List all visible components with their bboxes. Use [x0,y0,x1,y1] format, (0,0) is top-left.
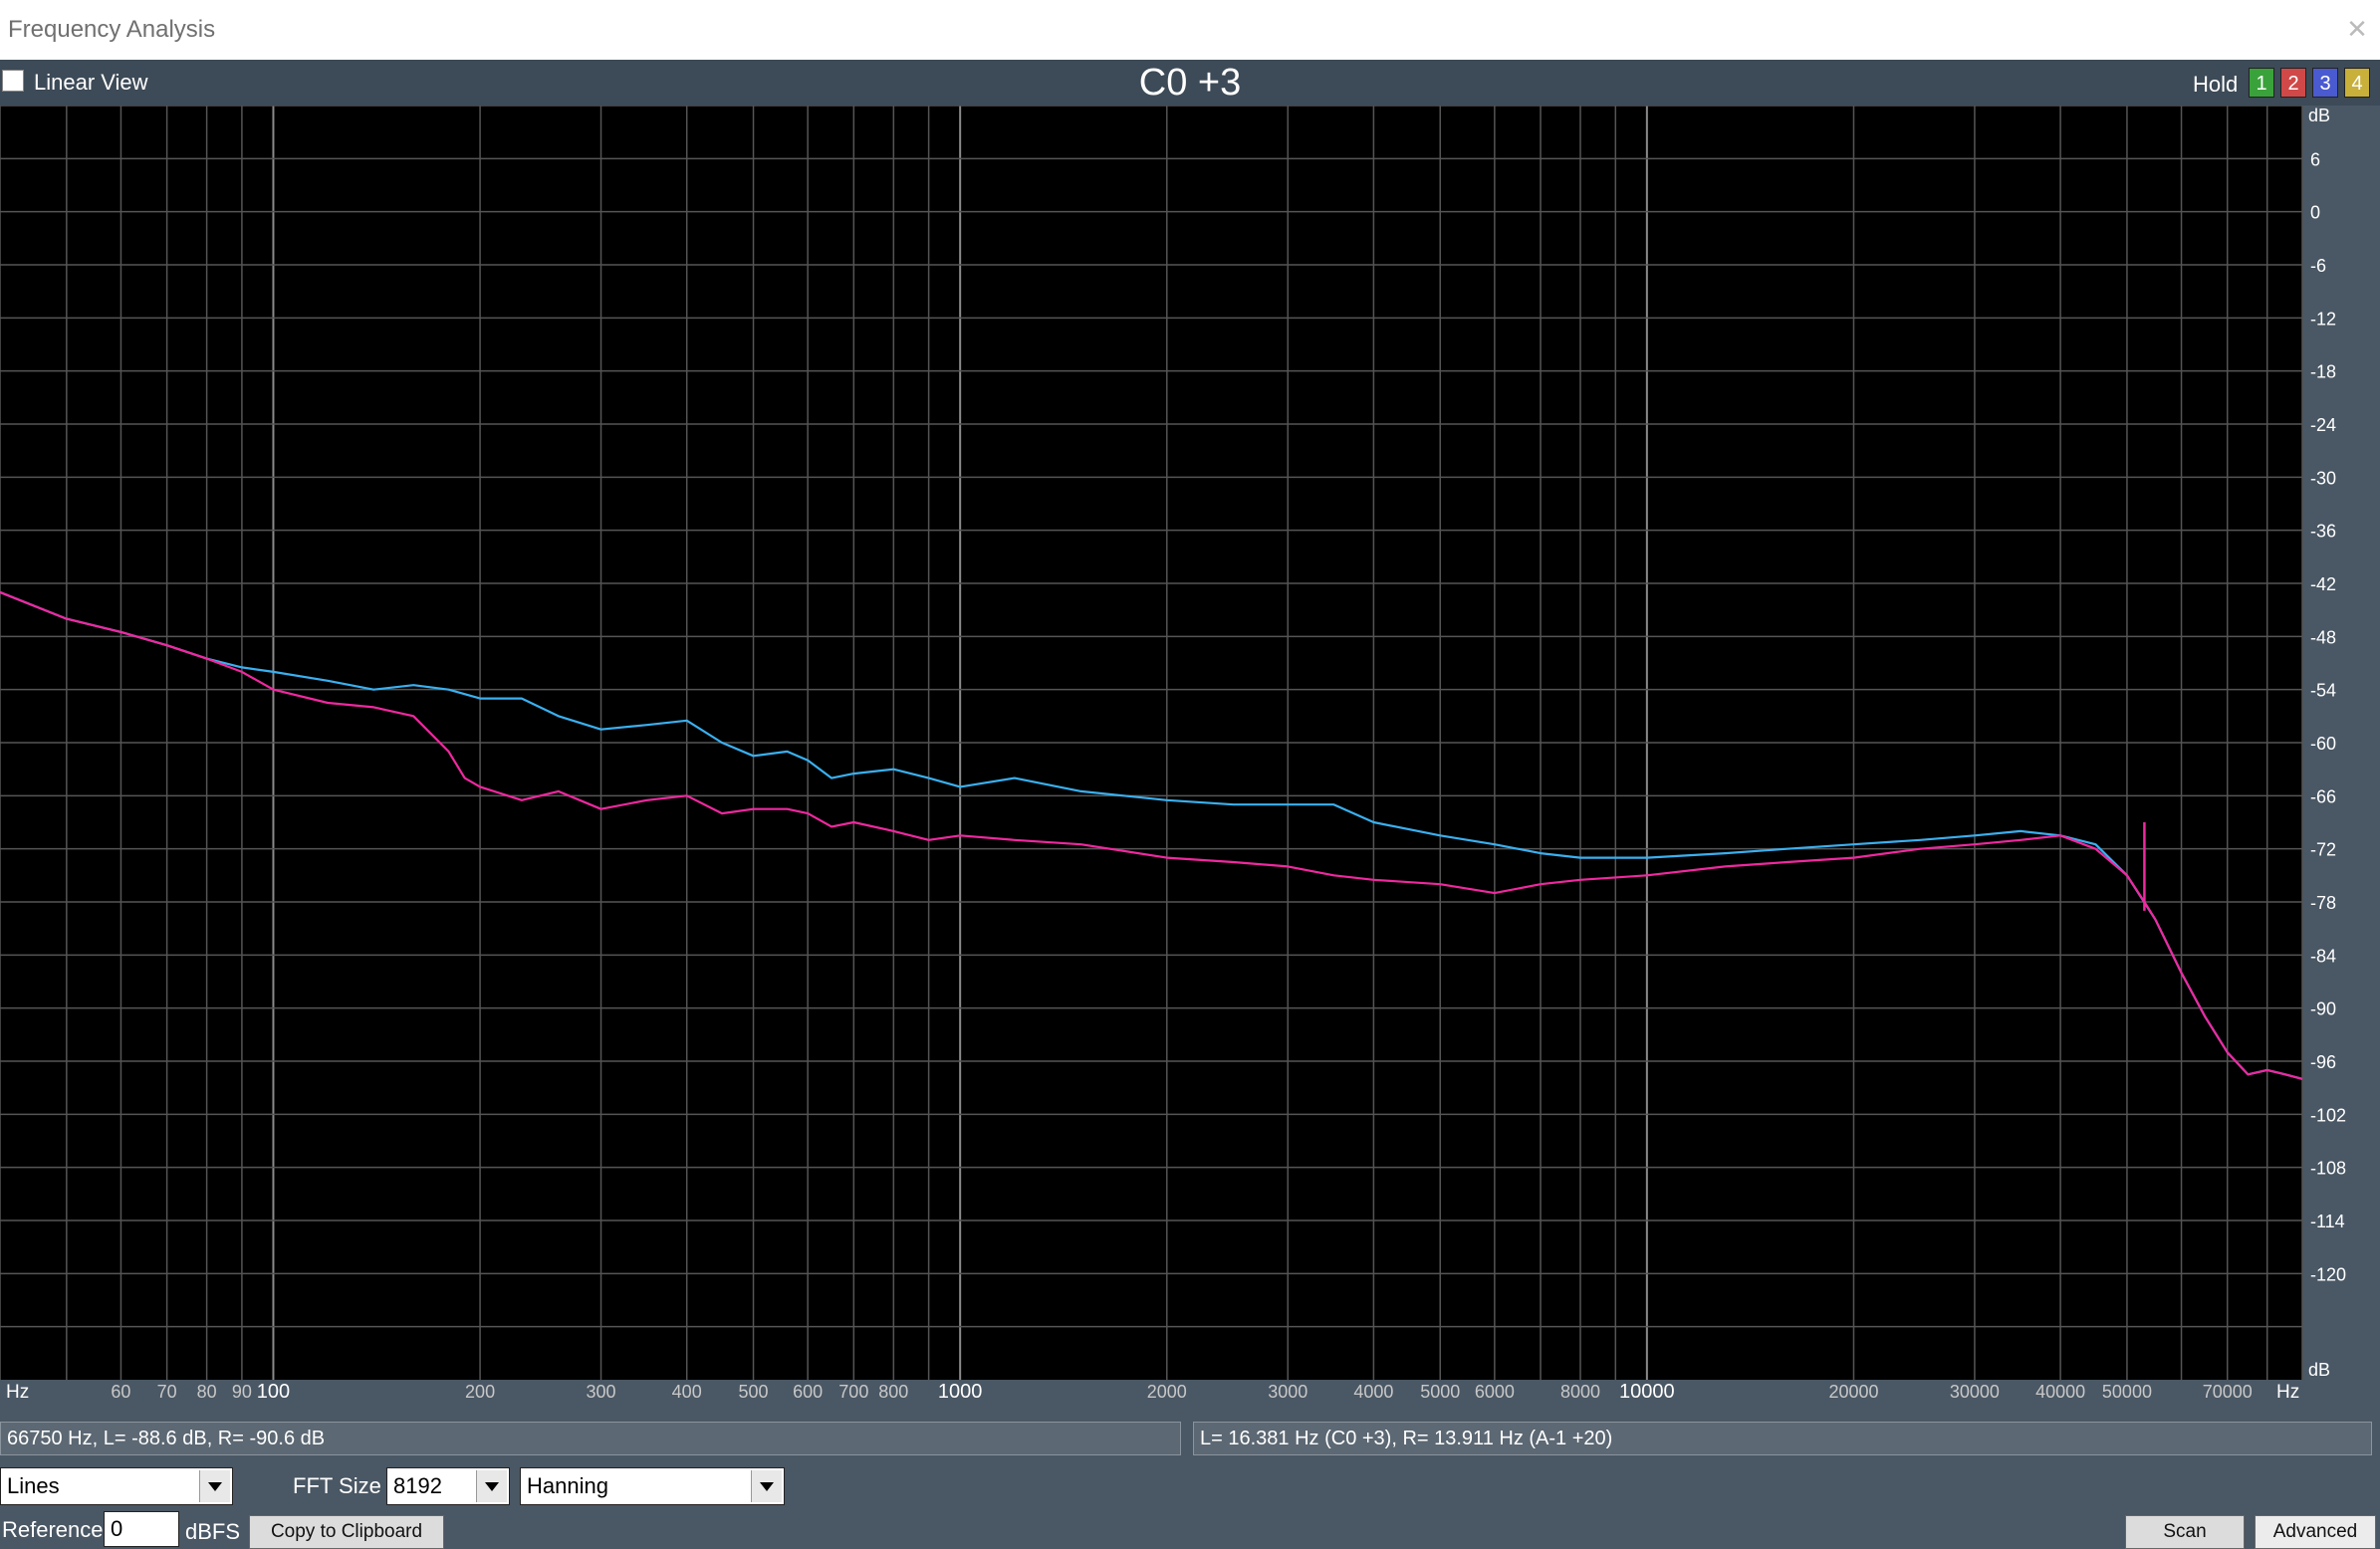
x-tick-label: 1000 [938,1381,983,1403]
y-tick-label: -120 [2310,1264,2346,1284]
title-bar: Frequency Analysis ✕ [0,0,2380,60]
y-tick-label: 6 [2310,149,2320,169]
y-tick-label: -66 [2310,786,2336,806]
y-unit-top: dB [2308,106,2330,125]
y-tick-label: -36 [2310,522,2336,542]
y-tick-label: -6 [2310,256,2326,276]
advanced-button[interactable]: Advanced [2255,1515,2376,1549]
x-tick-label: 80 [197,1382,217,1402]
y-tick-label: -108 [2310,1159,2346,1179]
x-unit-right: Hz [2276,1382,2299,1403]
fft-size-select[interactable]: 8192 [386,1467,510,1505]
scan-button[interactable]: Scan [2125,1515,2245,1549]
x-tick-label: 3000 [1268,1382,1308,1402]
y-tick-label: -18 [2310,362,2336,382]
x-tick-label: 50000 [2102,1382,2152,1402]
y-tick-label: -78 [2310,893,2336,913]
x-tick-label: 60 [111,1382,130,1402]
window-function-select[interactable]: Hanning [520,1467,785,1505]
fft-size-label: FFT Size [293,1473,381,1498]
reference-label: Reference [2,1517,104,1542]
y-tick-label: 0 [2310,203,2320,223]
frequency-plot[interactable]: 60 70 80 90 100 200 300 400 500 600 700 800 1000 2000… [0,106,2380,1417]
x-tick-label: 70 [157,1382,177,1402]
window-title: Frequency Analysis [8,16,216,43]
peak-note-display: C0 +3 [1138,62,1242,104]
x-tick-label: 2000 [1147,1382,1187,1402]
cursor-readout: 66750 Hz, L= -88.6 dB, R= -90.6 dB [0,1422,1181,1455]
linear-view-label: Linear View [34,70,148,95]
y-tick-label: -72 [2310,840,2336,860]
x-tick-label: 40000 [2035,1382,2085,1402]
reference-input[interactable]: 0 [104,1511,179,1547]
chevron-down-icon[interactable] [476,1470,507,1502]
y-unit-bottom: dB [2308,1360,2330,1380]
peak-readout: L= 16.381 Hz (C0 +3), R= 13.911 Hz (A-1 … [1193,1422,2372,1455]
x-tick-label: 20000 [1828,1382,1878,1402]
x-tick-label: 100 [257,1381,290,1403]
hold-button-1[interactable]: 1 [2249,68,2274,98]
top-toolbar: Linear View C0 +3 Hold 1 2 3 4 [0,60,2380,106]
chevron-down-icon[interactable] [199,1470,230,1502]
x-unit-left: Hz [6,1382,29,1403]
window-function-value: Hanning [527,1473,608,1498]
y-tick-label: -30 [2310,468,2336,488]
x-tick-label: 5000 [1420,1382,1460,1402]
x-tick-label: 30000 [1950,1382,2000,1402]
x-tick-label: 400 [672,1382,702,1402]
y-tick-label: -24 [2310,415,2336,435]
copy-to-clipboard-button[interactable]: Copy to Clipboard [249,1515,444,1549]
x-tick-label: 500 [739,1382,769,1402]
close-icon[interactable]: ✕ [2342,14,2372,44]
chevron-down-icon[interactable] [751,1470,782,1502]
x-tick-label: 700 [838,1382,868,1402]
x-tick-label: 90 [232,1382,252,1402]
y-tick-label: -42 [2310,574,2336,594]
x-tick-label: 4000 [1353,1382,1393,1402]
x-tick-label: 200 [465,1382,495,1402]
x-tick-label: 6000 [1475,1382,1515,1402]
display-mode-value: Lines [7,1473,60,1498]
hold-button-2[interactable]: 2 [2280,68,2306,98]
hold-label: Hold [2193,72,2239,97]
hold-button-3[interactable]: 3 [2312,68,2338,98]
spectrum-chart[interactable]: 60 70 80 90 100 200 300 400 500 600 700 800 1000 2000… [0,106,2380,1417]
y-tick-label: -60 [2310,734,2336,754]
display-mode-select[interactable]: Lines [0,1467,233,1505]
reference-unit: dBFS [185,1519,241,1544]
y-tick-label: -102 [2310,1105,2346,1125]
x-tick-label: 800 [878,1382,908,1402]
y-tick-label: -12 [2310,309,2336,329]
y-tick-label: -90 [2310,999,2336,1019]
y-tick-label: -96 [2310,1052,2336,1072]
y-tick-label: -48 [2310,627,2336,647]
linear-view-checkbox[interactable] [2,70,24,92]
hold-button-4[interactable]: 4 [2344,68,2370,98]
x-tick-label: 300 [587,1382,616,1402]
y-tick-label: -84 [2310,946,2336,966]
y-tick-label: -54 [2310,681,2336,701]
y-tick-label: -114 [2310,1212,2345,1231]
x-tick-label: 600 [793,1382,823,1402]
fft-size-value: 8192 [393,1473,442,1498]
x-tick-label: 10000 [1619,1381,1675,1403]
x-tick-label: 8000 [1560,1382,1600,1402]
x-tick-label: 70000 [2203,1382,2253,1402]
